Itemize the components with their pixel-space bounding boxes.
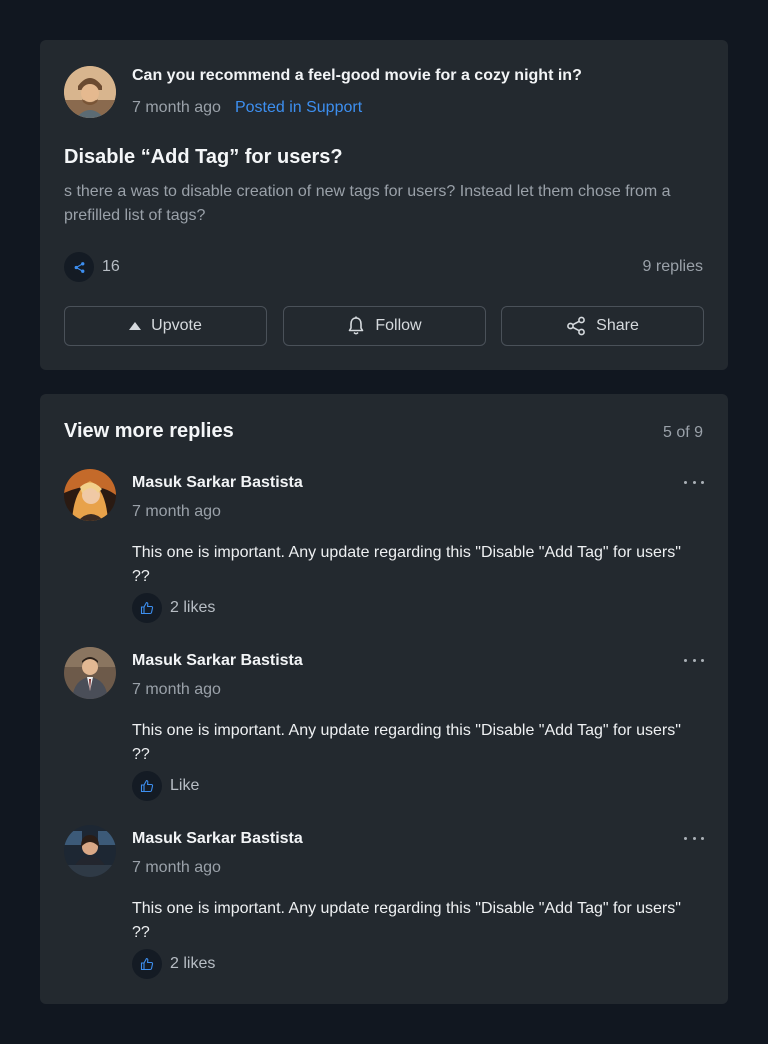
share-label: Share — [596, 317, 639, 334]
like-label: Like — [170, 777, 200, 794]
replies-heading: View more replies — [64, 420, 234, 442]
like-button[interactable]: 2 likes — [132, 949, 215, 979]
follow-button[interactable]: Follow — [283, 306, 486, 346]
share-count-value: 16 — [102, 258, 120, 275]
reply-item: Masuk Sarkar Bastista 7 month ago This o… — [40, 825, 728, 985]
post-author-avatar[interactable] — [64, 66, 116, 118]
reply-avatar[interactable] — [64, 647, 116, 699]
replies-pagination: 5 of 9 — [662, 424, 703, 441]
thumbs-up-icon[interactable] — [132, 771, 162, 801]
post-meta: 7 month ago Posted in Support — [132, 99, 362, 117]
thumbs-up-icon[interactable] — [132, 949, 162, 979]
reply-author[interactable]: Masuk Sarkar Bastista — [132, 474, 303, 492]
reply-author[interactable]: Masuk Sarkar Bastista — [132, 830, 303, 848]
share-icon[interactable] — [64, 252, 94, 282]
share-icon — [567, 316, 586, 336]
follow-label: Follow — [375, 317, 422, 334]
share-button[interactable]: Share — [501, 306, 704, 346]
more-options-icon[interactable] — [684, 477, 704, 487]
reply-time: 7 month ago — [132, 503, 221, 520]
reply-item: Masuk Sarkar Bastista 7 month ago This o… — [40, 469, 728, 629]
bell-icon — [349, 316, 364, 335]
reply-item: Masuk Sarkar Bastista 7 month ago This o… — [40, 647, 728, 807]
more-options-icon[interactable] — [684, 833, 704, 843]
share-count[interactable]: 16 — [64, 252, 120, 282]
like-label: 2 likes — [170, 955, 216, 972]
reply-avatar[interactable] — [64, 825, 116, 877]
reply-avatar[interactable] — [64, 469, 116, 521]
post-question[interactable]: Can you recommend a feel-good movie for … — [132, 67, 582, 85]
like-button[interactable]: 2 likes — [132, 593, 215, 623]
reply-text: This one is important. Any update regard… — [132, 544, 681, 585]
more-options-icon[interactable] — [684, 655, 704, 665]
upvote-button[interactable]: Upvote — [64, 306, 267, 346]
reply-time: 7 month ago — [132, 859, 221, 876]
replies-count[interactable]: 9 replies — [643, 258, 703, 276]
post-title: Disable “Add Tag” for users? — [64, 146, 343, 168]
upvote-label: Upvote — [151, 317, 202, 334]
reply-text: This one is important. Any update regard… — [132, 722, 681, 763]
reply-text: This one is important. Any update regard… — [132, 900, 681, 941]
like-button[interactable]: Like — [132, 771, 199, 801]
post-body: s there a was to disable creation of new… — [64, 183, 671, 224]
reply-time: 7 month ago — [132, 681, 221, 698]
reply-author[interactable]: Masuk Sarkar Bastista — [132, 652, 303, 670]
post-category-link[interactable]: Posted in Support — [235, 99, 362, 116]
thumbs-up-icon[interactable] — [132, 593, 162, 623]
post-time: 7 month ago — [132, 99, 221, 116]
replies-card: View more replies 5 of 9 Masuk Sarkar Ba… — [40, 394, 728, 1004]
triangle-up-icon — [129, 322, 142, 330]
like-label: 2 likes — [170, 599, 216, 616]
post-card: Can you recommend a feel-good movie for … — [40, 40, 728, 370]
